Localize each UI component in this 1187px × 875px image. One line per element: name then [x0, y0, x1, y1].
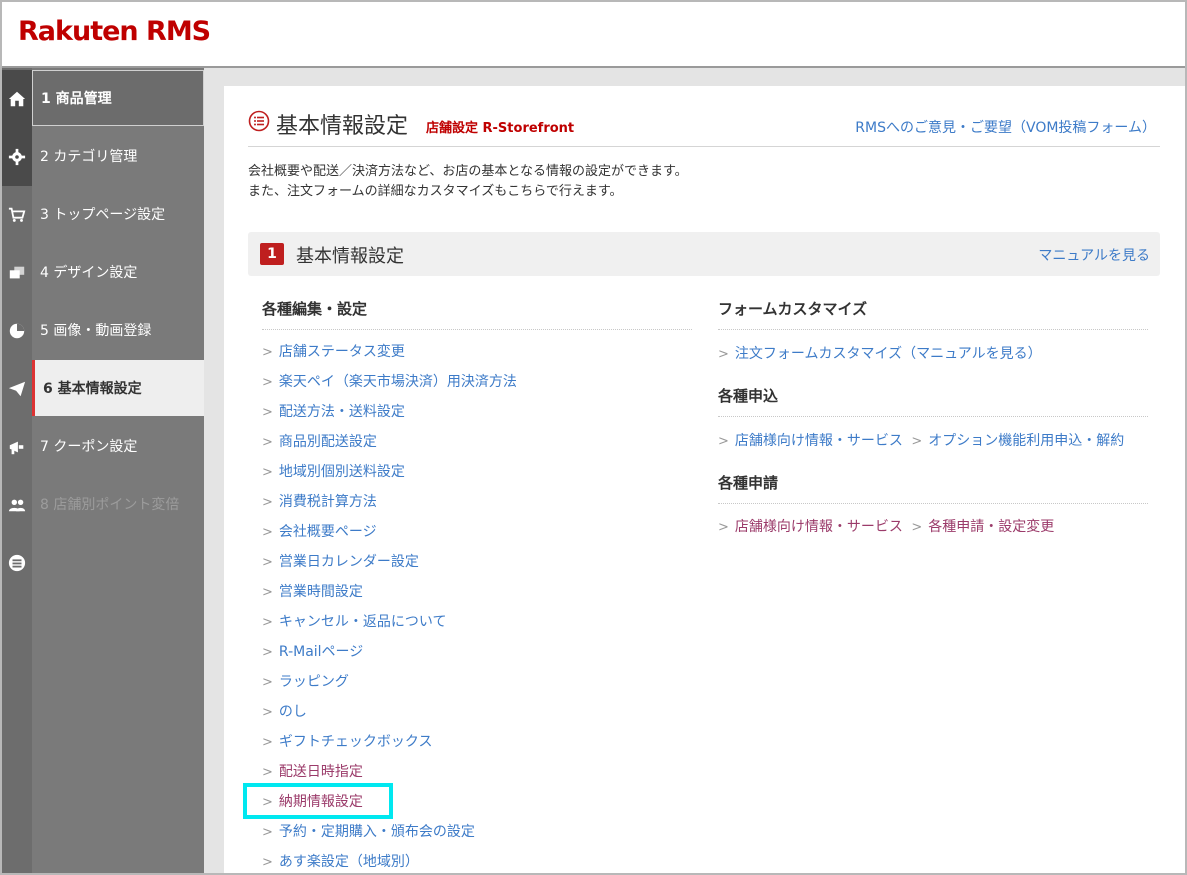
sidebar-item-coupon[interactable]: 7 クーポン設定 [32, 418, 204, 474]
list-item[interactable]: > のし [262, 702, 517, 732]
chevron-right-icon: > [262, 735, 273, 750]
chevron-right-icon: > [911, 434, 923, 449]
apply-heading: 各種申込 [718, 387, 779, 405]
sidebar-item-category[interactable]: 2 カテゴリ管理 [32, 128, 204, 184]
divider [718, 503, 1148, 504]
chevron-right-icon: > [262, 825, 273, 840]
chevron-right-icon: > [262, 345, 273, 360]
home-icon[interactable] [2, 70, 32, 128]
list-item[interactable]: > 地域別個別送料設定 [262, 462, 517, 492]
pie-chart-icon[interactable] [2, 302, 32, 360]
left-column-heading: 各種編集・設定 [262, 300, 368, 318]
highlight-box [243, 783, 393, 819]
divider [718, 329, 1148, 330]
chevron-right-icon: > [262, 525, 273, 540]
chevron-right-icon: > [262, 645, 273, 660]
sidebar-item-design[interactable]: 4 デザイン設定 [32, 244, 204, 300]
cart-icon[interactable] [2, 186, 32, 244]
rakuten-rms-logo[interactable]: Rakuten RMS [18, 16, 211, 47]
section-header: 1 基本情報設定 マニュアルを見る [248, 232, 1160, 276]
chevron-right-icon: > [718, 434, 729, 449]
chevron-right-icon: > [718, 520, 729, 535]
app-header: Rakuten RMS [2, 2, 1185, 68]
sidebar-item-product[interactable]: 1 商品管理 [32, 70, 204, 126]
page-description: 会社概要や配送／決済方法など、お店の基本となる情報の設定ができます。 また、注文… [248, 162, 688, 202]
manual-link[interactable]: マニュアルを見る [1038, 245, 1150, 265]
megaphone-icon[interactable] [2, 418, 32, 476]
list-item[interactable]: > あす楽設定（地域別） [262, 852, 517, 873]
paper-plane-icon[interactable] [2, 360, 32, 418]
request-settings-link[interactable]: > 店舗様向け情報・サービス > 各種申請・設定変更 [718, 516, 1054, 536]
list-item[interactable]: > 営業時間設定 [262, 582, 517, 612]
chevron-right-icon: > [262, 585, 273, 600]
request-heading: 各種申請 [718, 474, 779, 492]
chevron-right-icon: > [262, 435, 273, 450]
list-item[interactable]: > 営業日カレンダー設定 [262, 552, 517, 582]
list-item[interactable]: > 消費税計算方法 [262, 492, 517, 522]
chevron-right-icon: > [262, 375, 273, 390]
page-title: 基本情報設定 [276, 114, 409, 139]
sidebar-item-basic-info[interactable]: 6 基本情報設定 [32, 360, 204, 416]
section-title: 基本情報設定 [296, 246, 404, 267]
description-line: 会社概要や配送／決済方法など、お店の基本となる情報の設定ができます。 [248, 164, 688, 179]
list-item[interactable]: > 商品別配送設定 [262, 432, 517, 462]
chevron-right-icon: > [262, 855, 273, 870]
description-line: また、注文フォームの詳細なカスタマイズもこちらで行えます。 [248, 184, 623, 199]
list-item[interactable]: > 楽天ペイ（楽天市場決済）用決済方法 [262, 372, 517, 402]
list-item[interactable]: > ラッピング [262, 672, 517, 702]
chevron-right-icon: > [262, 615, 273, 630]
folders-icon[interactable] [2, 244, 32, 302]
main-content: 基本情報設定 店舗設定 R-Storefront RMSへのご意見・ご要望（VO… [224, 86, 1185, 873]
sidebar-item-image[interactable]: 5 画像・動画登録 [32, 302, 204, 358]
icon-bar [2, 68, 32, 873]
page-subtitle: 店舗設定 R-Storefront [426, 121, 575, 136]
list-circle-icon [248, 110, 270, 132]
browser-frame: Rakuten RMS 1 商品管理 2 カテゴリ管理 3 トップページ設定 4… [0, 0, 1187, 875]
sidebar-item-top-page[interactable]: 3 トップページ設定 [32, 186, 204, 242]
list-item[interactable]: > 会社概要ページ [262, 522, 517, 552]
vom-feedback-link[interactable]: RMSへのご意見・ご要望（VOM投稿フォーム） [855, 117, 1156, 137]
chevron-right-icon: > [718, 347, 729, 362]
users-icon[interactable] [2, 476, 32, 534]
sidebar-nav: 1 商品管理 2 カテゴリ管理 3 トップページ設定 4 デザイン設定 5 画像… [32, 68, 204, 873]
list-icon[interactable] [2, 534, 32, 592]
chevron-right-icon: > [262, 465, 273, 480]
list-item[interactable]: > 店舗ステータス変更 [262, 342, 517, 372]
chevron-right-icon: > [262, 405, 273, 420]
page-title-row: 基本情報設定 店舗設定 R-Storefront RMSへのご意見・ご要望（VO… [248, 108, 1160, 147]
divider [262, 329, 692, 330]
section-number-badge: 1 [260, 243, 284, 265]
form-customize-heading: フォームカスタマイズ [718, 300, 868, 318]
list-item[interactable]: > R-Mailページ [262, 642, 517, 672]
gear-icon[interactable] [2, 128, 32, 186]
sidebar-item-point: 8 店舗別ポイント変倍 [40, 497, 180, 513]
list-item[interactable]: > ギフトチェックボックス [262, 732, 517, 762]
chevron-right-icon: > [262, 675, 273, 690]
chevron-right-icon: > [262, 555, 273, 570]
list-item[interactable]: > 配送方法・送料設定 [262, 402, 517, 432]
divider [718, 416, 1148, 417]
order-form-customize-link[interactable]: > 注文フォームカスタマイズ（マニュアルを見る） [718, 343, 1042, 363]
chevron-right-icon: > [262, 495, 273, 510]
option-apply-link[interactable]: > 店舗様向け情報・サービス > オプション機能利用申込・解約 [718, 430, 1124, 450]
chevron-right-icon: > [911, 520, 923, 535]
chevron-right-icon: > [262, 765, 273, 780]
list-item[interactable]: > キャンセル・返品について [262, 612, 517, 642]
chevron-right-icon: > [262, 705, 273, 720]
list-item[interactable]: > 予約・定期購入・頒布会の設定 [262, 822, 517, 852]
